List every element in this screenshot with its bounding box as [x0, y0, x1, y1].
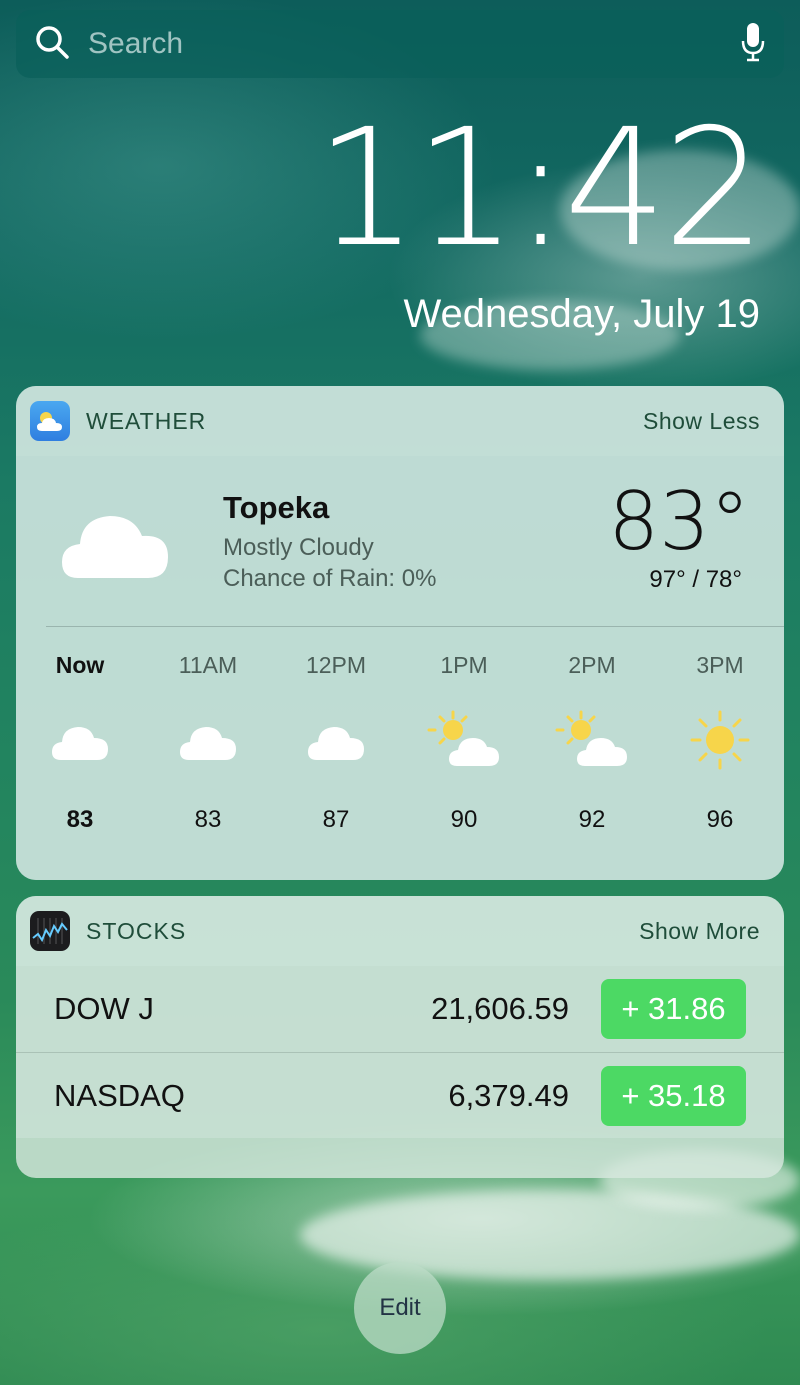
stock-change-badge[interactable]: + 31.86 — [601, 979, 746, 1039]
stock-value: 6,379.49 — [448, 1077, 569, 1113]
hourly-item: 11AM 83 — [144, 652, 272, 834]
hourly-item: 3PM 96 — [656, 652, 784, 834]
city-name: Topeka — [223, 490, 330, 525]
stock-symbol: DOW J — [54, 991, 154, 1026]
weather-app-icon — [30, 401, 70, 441]
high-low-temperature: 97° / 78° — [649, 566, 742, 593]
search-placeholder[interactable]: Search — [88, 27, 740, 61]
cloud-icon — [307, 686, 365, 794]
stock-value: 21,606.59 — [431, 991, 569, 1026]
stock-change-badge[interactable]: + 35.18 — [601, 1065, 746, 1126]
stocks-widget: STOCKS Show More DOW J 21,606.59 + 31.86… — [16, 896, 784, 1178]
cloud-icon — [51, 686, 109, 794]
hour-temperature: 87 — [322, 806, 350, 833]
cloud-icon — [179, 686, 237, 794]
divider — [46, 626, 784, 627]
hour-temperature: 90 — [450, 806, 478, 833]
hourly-item: Now 83 — [16, 652, 144, 834]
weather-body: Topeka Mostly Cloudy Chance of Rain: 0% … — [16, 456, 784, 880]
hour-temperature: 96 — [706, 806, 734, 833]
edit-button[interactable]: Edit — [354, 1262, 446, 1354]
hour-temperature: 83 — [66, 806, 94, 833]
weather-widget-header: WEATHER Show Less — [16, 386, 784, 456]
hourly-item: 1PM 90 — [400, 652, 528, 834]
hour-label: 2PM — [568, 652, 616, 678]
stock-row[interactable]: NASDAQ 6,379.49 + 35.18 — [16, 1052, 784, 1138]
weather-widget: WEATHER Show Less Topeka Mostly Cloudy C… — [16, 386, 784, 880]
current-temperature: 83° — [608, 475, 750, 568]
partly-sunny-icon — [555, 686, 629, 794]
rain-chance: Chance of Rain: 0% — [223, 565, 437, 592]
stocks-widget-header: STOCKS Show More — [16, 896, 784, 966]
hourly-forecast: Now 83 11AM 83 12PM 87 1PM 90 2PM 92 3PM… — [16, 652, 784, 834]
weather-condition: Mostly Cloudy — [223, 534, 374, 561]
search-icon — [34, 24, 70, 65]
lock-date: Wednesday, July 19 — [403, 292, 760, 336]
show-less-button[interactable]: Show Less — [643, 408, 760, 435]
stock-symbol: NASDAQ — [54, 1077, 185, 1113]
partly-sunny-icon — [427, 686, 501, 794]
stock-row[interactable]: DOW J 21,606.59 + 31.86 — [16, 966, 784, 1052]
hour-label: 1PM — [440, 652, 488, 678]
stocks-app-icon — [30, 911, 70, 951]
hourly-item: 12PM 87 — [272, 652, 400, 834]
wallpaper-foam — [300, 1190, 800, 1280]
weather-widget-title: WEATHER — [86, 407, 207, 434]
hour-temperature: 83 — [194, 806, 222, 833]
stocks-widget-title: STOCKS — [86, 917, 187, 944]
search-bar[interactable]: Search — [16, 10, 784, 78]
hour-label: Now — [55, 652, 105, 678]
cloud-icon — [60, 500, 170, 585]
sun-icon — [690, 686, 750, 794]
hour-label: 12PM — [305, 652, 367, 678]
lock-time: 11:42 — [315, 95, 766, 283]
microphone-icon[interactable] — [740, 21, 766, 68]
hour-label: 11AM — [178, 652, 238, 678]
hour-temperature: 92 — [578, 806, 606, 833]
hour-label: 3PM — [696, 652, 744, 678]
show-more-button[interactable]: Show More — [639, 918, 760, 945]
hourly-item: 2PM 92 — [528, 652, 656, 834]
